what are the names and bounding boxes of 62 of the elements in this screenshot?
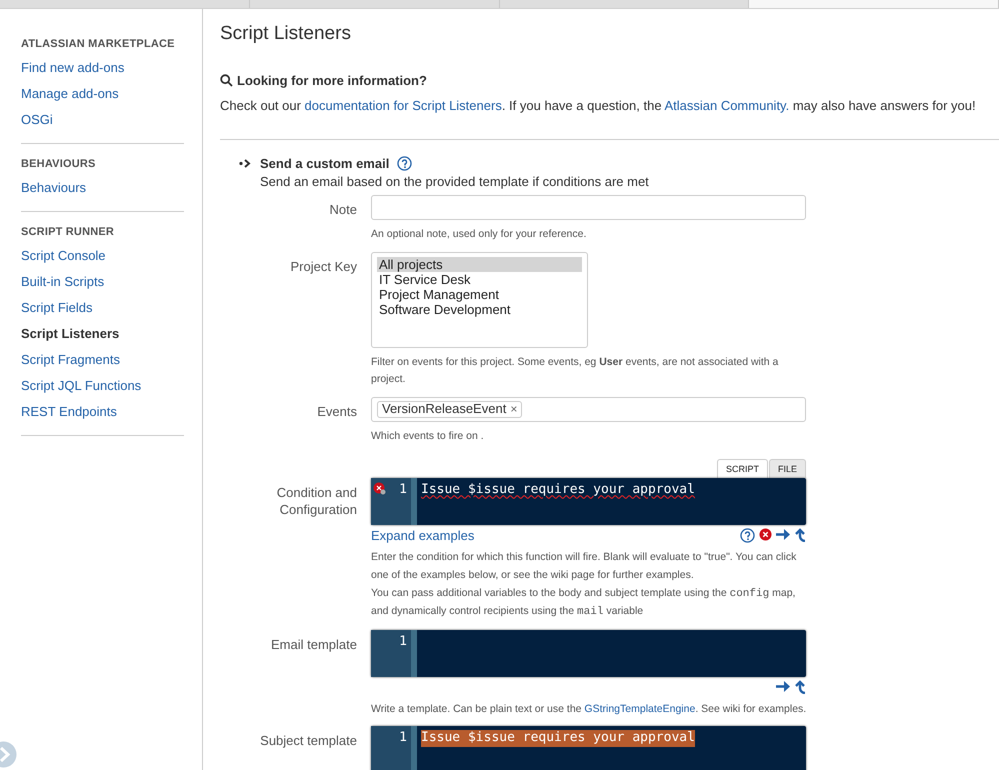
sidebar-item[interactable]: Behaviours xyxy=(21,180,86,196)
field-label: Project Key xyxy=(290,258,357,276)
help-text: Filter on events for this project. Some events, eg User events, are not associated with a project. xyxy=(371,354,780,388)
sidebar-item[interactable]: OSGi xyxy=(21,112,53,128)
bullet-arrow-icon xyxy=(239,159,252,168)
error-icon[interactable] xyxy=(759,528,772,541)
arrow-right-icon[interactable] xyxy=(776,528,791,541)
events-field[interactable]: VersionReleaseEvent × xyxy=(371,396,806,422)
listener-description: Send an email based on the provided template if conditions are met xyxy=(260,174,649,189)
list-option[interactable]: All projects xyxy=(377,256,582,272)
field-label: Email template xyxy=(270,636,357,654)
page-title: Script Listeners xyxy=(220,23,352,45)
arrow-up-icon[interactable] xyxy=(795,528,806,542)
link[interactable]: GStringTemplateEngine xyxy=(584,702,696,715)
field-label: Condition and Configuration xyxy=(276,484,357,520)
event-tag: VersionReleaseEvent × xyxy=(377,400,522,418)
help-text: Enter the condition for which this function will fire. Blank will evaluate to "true". You can click one of the examples below, or see the wiki page for further examples. xyxy=(371,550,798,583)
sidebar-item[interactable]: Script Listeners xyxy=(21,326,120,342)
sidebar-item[interactable]: Script Fields xyxy=(21,300,93,316)
info-text: Check out our documentation for Script Listeners. If you have a question, the Atlassian Community. may also have answers for you! xyxy=(220,98,976,113)
expand-examples-link[interactable]: Expand examples xyxy=(371,528,474,543)
link[interactable]: documentation for Script Listeners xyxy=(304,98,502,113)
info-heading: Looking for more information? xyxy=(237,73,427,88)
sidebar-heading: BEHAVIOURS xyxy=(21,158,97,170)
code-editor[interactable]: 1 Issue $issue requires your approval xyxy=(371,478,806,526)
editor-tab[interactable]: SCRIPT xyxy=(716,459,768,478)
field-label: Events xyxy=(316,402,357,421)
list-option[interactable]: Software Development xyxy=(377,302,582,317)
listener-title: Send a custom email xyxy=(260,156,390,171)
code-editor[interactable]: 1 Issue $issue requires your approval xyxy=(371,726,806,770)
sidebar-item[interactable]: Built-in Scripts xyxy=(21,274,104,290)
line-number: 1 xyxy=(399,730,407,746)
sidebar-heading: SCRIPT RUNNER xyxy=(21,226,116,238)
arrow-up-icon[interactable] xyxy=(795,680,806,694)
list-option[interactable]: Project Management xyxy=(377,286,582,302)
arrow-right-icon[interactable] xyxy=(776,680,791,693)
sidebar-heading: ATLASSIAN MARKETPLACE xyxy=(21,38,176,50)
sidebar-item[interactable]: Script JQL Functions xyxy=(21,378,142,394)
field-label: Note xyxy=(328,201,357,219)
note-field[interactable] xyxy=(371,195,806,220)
field-label: Subject template xyxy=(259,732,357,750)
search-icon xyxy=(220,74,233,87)
help-text: Write a template. Can be plain text or use the GStringTemplateEngine. See wiki for examples. xyxy=(371,702,808,717)
help-text: An optional note, used only for your reference. xyxy=(371,227,588,242)
sidebar-item[interactable]: REST Endpoints xyxy=(21,404,117,420)
remove-tag-button[interactable]: × xyxy=(510,401,518,418)
code-editor[interactable]: 1 xyxy=(371,630,806,677)
sidebar-item[interactable]: Script Fragments xyxy=(21,352,120,368)
link[interactable]: Atlassian Community. xyxy=(664,98,790,113)
help-text: Which events to fire on . xyxy=(371,428,485,444)
help-icon[interactable] xyxy=(397,156,412,171)
sidebar-item[interactable]: Script Console xyxy=(21,248,106,264)
sidebar-item[interactable]: Manage add-ons xyxy=(21,86,119,102)
help-icon[interactable] xyxy=(740,528,755,543)
editor-tab[interactable]: FILE xyxy=(768,459,806,478)
sidebar-item[interactable]: Find new add-ons xyxy=(21,60,124,76)
list-option[interactable]: IT Service Desk xyxy=(377,272,582,287)
line-number: 1 xyxy=(399,482,407,498)
help-text: You can pass additional variables to the body and subject template using the config map, and dynamically control recipients using the mail variable xyxy=(371,586,796,620)
project-listbox[interactable]: All projects IT Service Desk Project Management Software Development xyxy=(371,252,588,348)
line-number: 1 xyxy=(399,634,407,649)
code-line: Issue $issue requires your approval xyxy=(421,482,695,500)
